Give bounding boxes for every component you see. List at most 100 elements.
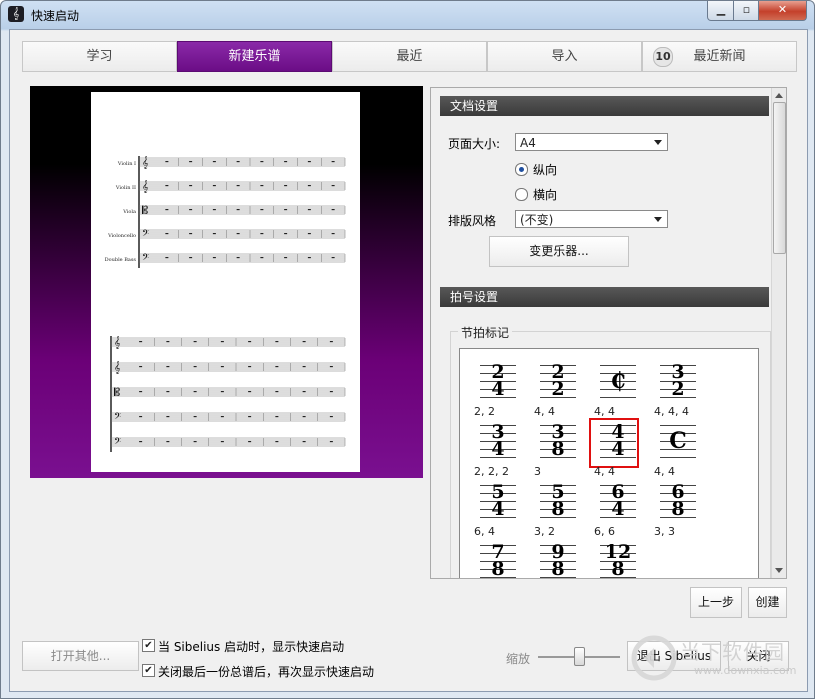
time-sig-denominator: 8	[671, 498, 685, 520]
time-sig-denominator: 8	[551, 438, 565, 460]
portrait-label[interactable]: 纵向	[533, 161, 557, 178]
chevron-down-icon	[654, 217, 662, 222]
time-signature-glyph: ₵	[600, 359, 636, 403]
time-sig-denominator: 4	[611, 498, 625, 520]
clef-icon: 𝄢	[142, 228, 149, 241]
settings-scrollbar[interactable]	[771, 88, 786, 578]
create-button[interactable]: 创建	[748, 587, 787, 618]
time-signature-glyph: 32	[660, 359, 696, 403]
landscape-radio[interactable]	[515, 188, 528, 201]
time-sig-group-label: 节拍标记	[458, 324, 513, 341]
time-signature-option[interactable]: 2 2 4, 4	[530, 359, 586, 419]
tab-new-score[interactable]: 新建乐谱	[177, 41, 332, 72]
clef-icon: 𝄞	[114, 336, 121, 349]
time-signature-beaming: 4, 4	[594, 465, 615, 478]
time-signature-option[interactable]: 6 8 3, 3	[650, 479, 706, 539]
instrument-name: Violin I	[117, 161, 136, 167]
layout-style-select[interactable]: (不变)	[515, 210, 668, 228]
time-signature-option[interactable]: 4 4 4, 4	[589, 418, 639, 478]
time-signature-option[interactable]: 78	[470, 539, 526, 579]
time-signature-option[interactable]: 5 8 3, 2	[530, 479, 586, 539]
instrument-name: Violin II	[115, 185, 136, 191]
time-signature-option[interactable]: 2 4 2, 2	[470, 359, 526, 419]
time-sig-denominator: 4	[491, 438, 505, 460]
tab-bar: 学习 新建乐谱 最近 导入 10 最近新闻	[22, 41, 797, 72]
show-after-close-label[interactable]: 关闭最后一份总谱后，再次显示快速启动	[158, 663, 374, 680]
tab-learn[interactable]: 学习	[22, 41, 177, 72]
tab-import[interactable]: 导入	[487, 41, 642, 72]
time-sig-denominator: 8	[491, 558, 505, 579]
time-sig-header: 拍号设置	[440, 287, 769, 307]
watermark: 当下软件园 www.downxia.com	[630, 630, 814, 690]
show-on-startup-checkbox[interactable]: ✔	[142, 639, 155, 652]
tab-latest-news[interactable]: 10 最近新闻	[642, 41, 797, 72]
scrollbar-thumb[interactable]	[773, 102, 786, 254]
tab-label: 最近新闻	[693, 49, 746, 64]
zoom-label: 缩放	[506, 652, 531, 666]
time-signature-beaming: 6, 4	[474, 525, 495, 538]
open-other-button[interactable]: 打开其他...	[22, 641, 139, 671]
clef-icon: 𝄞	[142, 156, 149, 169]
time-signature-list: 2 4 2, 2 2 2 4, 4 ₵ 4, 4 3 2 4, 4, 4 3 4 2, 2, 238344…	[459, 348, 759, 579]
time-signature-option[interactable]: 3 4 2, 2, 2	[470, 419, 526, 479]
time-signature-beaming: 4, 4	[594, 405, 615, 418]
time-signature-option[interactable]: 98	[530, 539, 586, 578]
time-signature-glyph: 44	[600, 419, 636, 463]
page-size-value: A4	[520, 136, 536, 150]
time-signature-glyph: 38	[540, 419, 576, 463]
score-staves: Violin I 𝄞 Violin II 𝄞 Viola 𝄡 Violoncello 𝄢 Dou…	[105, 156, 346, 452]
landscape-label[interactable]: 横向	[533, 186, 557, 203]
scroll-up-icon[interactable]	[775, 93, 783, 98]
minimize-button[interactable]: ▁	[707, 1, 735, 21]
watermark-text: 当下软件园	[680, 640, 785, 664]
time-signature-beaming: 3, 2	[534, 525, 555, 538]
time-signature-glyph: 22	[540, 359, 576, 403]
time-signature-option[interactable]: 6 4 6, 6	[590, 479, 646, 539]
common-time-symbol: ₵	[610, 368, 626, 394]
settings-panel: 文档设置 页面大小: A4 纵向 横向 排版风格 (不变) 变更乐器... 拍号…	[430, 87, 787, 579]
time-signature-option[interactable]: ₵ 4, 4	[590, 359, 646, 419]
time-signature-glyph: 58	[540, 479, 576, 523]
time-signature-option[interactable]: 38 3	[530, 419, 586, 479]
clef-icon: 𝄢	[142, 252, 149, 265]
portrait-radio[interactable]	[515, 163, 528, 176]
time-signature-option[interactable]: C 4, 4	[650, 419, 706, 479]
time-signature-glyph: C	[660, 419, 696, 463]
tab-label: 学习	[86, 49, 113, 64]
time-signature-glyph: 78	[480, 539, 516, 579]
prev-button[interactable]: 上一步	[690, 587, 742, 618]
score-preview: Violin I 𝄞 Violin II 𝄞 Viola 𝄡 Violoncello 𝄢 Dou…	[30, 86, 423, 478]
time-sig-denominator: 4	[491, 498, 505, 520]
scroll-down-icon[interactable]	[775, 568, 783, 573]
instrument-name: Viola	[122, 209, 136, 215]
clef-icon: 𝄞	[114, 361, 121, 374]
time-sig-denominator: 2	[551, 378, 565, 400]
show-on-startup-label[interactable]: 当 Sibelius 启动时，显示快速启动	[158, 638, 344, 655]
window-title: 快速启动	[31, 9, 80, 23]
time-signature-glyph: 12 8	[600, 539, 636, 578]
tab-recent[interactable]: 最近	[332, 41, 487, 72]
close-window-button[interactable]: ✕	[758, 1, 807, 21]
news-count-badge: 10	[653, 47, 673, 67]
watermark-url: www.downxia.com	[694, 664, 797, 677]
time-signature-glyph: 54	[480, 479, 516, 523]
page-size-label: 页面大小:	[448, 137, 501, 151]
time-signature-option[interactable]: 12 8	[590, 539, 646, 578]
time-signature-option[interactable]: 3 2 4, 4, 4	[650, 359, 706, 419]
instrument-name: Violoncello	[107, 233, 136, 239]
maximize-button[interactable]: ▫	[733, 1, 760, 21]
time-signature-beaming: 2, 2, 2	[474, 465, 509, 478]
page-size-select[interactable]: A4	[515, 133, 668, 151]
chevron-down-icon	[654, 140, 662, 145]
time-signature-option[interactable]: 5 4 6, 4	[470, 479, 526, 539]
change-instruments-button[interactable]: 变更乐器...	[489, 236, 629, 267]
clef-icon: 𝄢	[114, 411, 121, 424]
time-sig-denominator: 2	[671, 378, 685, 400]
clef-icon: 𝄡	[142, 204, 148, 217]
show-after-close-checkbox[interactable]: ✔	[142, 664, 155, 677]
common-time-symbol: C	[669, 428, 687, 454]
zoom-slider-handle[interactable]	[574, 647, 585, 666]
time-signature-beaming: 2, 2	[474, 405, 495, 418]
clef-icon: 𝄞	[142, 180, 149, 193]
sibelius-logo-icon: 𝄞	[8, 6, 24, 22]
